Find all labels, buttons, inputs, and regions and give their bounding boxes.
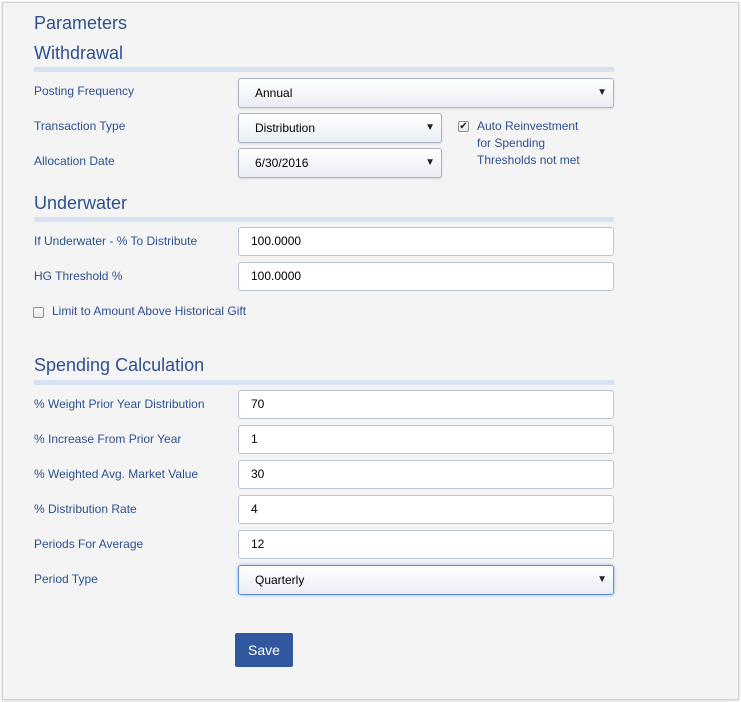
underwater-section-title: Underwater xyxy=(34,193,128,213)
withdrawal-section-title: Withdrawal xyxy=(34,43,124,63)
chevron-down-icon: ▼ xyxy=(597,574,607,585)
periods-for-average-input[interactable]: 12 xyxy=(238,530,614,559)
chevron-down-icon: ▼ xyxy=(425,157,435,168)
period-type-label: Period Type xyxy=(34,572,98,586)
weight-prior-year-input[interactable]: 70 xyxy=(238,390,614,419)
chevron-down-icon: ▼ xyxy=(597,87,607,98)
parameters-panel: Parameters Withdrawal Posting Frequency … xyxy=(2,2,739,700)
page-title: Parameters xyxy=(34,13,128,33)
period-type-select[interactable]: Quarterly ▼ xyxy=(238,565,614,595)
pct-to-distribute-label: If Underwater - % To Distribute xyxy=(34,234,198,248)
auto-reinvestment-label-line: for Spending xyxy=(477,136,546,150)
limit-above-gift-checkbox[interactable] xyxy=(33,307,44,318)
period-type-value: Quarterly xyxy=(255,573,305,587)
weighted-avg-market-label: % Weighted Avg. Market Value xyxy=(34,467,199,481)
increase-prior-year-label: % Increase From Prior Year xyxy=(34,432,182,446)
withdrawal-divider xyxy=(34,67,614,72)
allocation-date-value: 6/30/2016 xyxy=(255,156,309,170)
transaction-type-label: Transaction Type xyxy=(34,119,126,133)
distribution-rate-input[interactable]: 4 xyxy=(238,495,614,524)
posting-frequency-select[interactable]: Annual ▼ xyxy=(238,78,614,108)
periods-for-average-label: Periods For Average xyxy=(34,537,144,551)
transaction-type-select[interactable]: Distribution ▼ xyxy=(238,113,442,143)
spending-section-title: Spending Calculation xyxy=(34,355,205,375)
posting-frequency-value: Annual xyxy=(255,86,293,100)
weighted-avg-market-input[interactable]: 30 xyxy=(238,460,614,489)
transaction-type-value: Distribution xyxy=(255,121,316,135)
distribution-rate-label: % Distribution Rate xyxy=(34,502,137,516)
allocation-date-label: Allocation Date xyxy=(34,154,115,168)
save-button[interactable]: Save xyxy=(235,633,293,667)
auto-reinvestment-label: Auto Reinvestment for Spending Threshold… xyxy=(477,118,580,169)
auto-reinvestment-label-line: Auto Reinvestment xyxy=(477,119,579,133)
checkmark-icon: ✔ xyxy=(459,121,468,132)
pct-to-distribute-input[interactable]: 100.0000 xyxy=(238,227,614,256)
weight-prior-year-label: % Weight Prior Year Distribution xyxy=(34,397,205,411)
allocation-date-select[interactable]: 6/30/2016 ▼ xyxy=(238,148,442,178)
auto-reinvestment-checkbox[interactable]: ✔ xyxy=(458,121,469,132)
hg-threshold-input[interactable]: 100.0000 xyxy=(238,262,614,291)
spending-divider xyxy=(34,380,614,385)
underwater-divider xyxy=(34,217,614,222)
increase-prior-year-input[interactable]: 1 xyxy=(238,425,614,454)
auto-reinvestment-label-line: Thresholds not met xyxy=(477,153,580,167)
hg-threshold-label: HG Threshold % xyxy=(34,269,123,283)
chevron-down-icon: ▼ xyxy=(425,122,435,133)
limit-above-gift-label: Limit to Amount Above Historical Gift xyxy=(52,304,247,318)
posting-frequency-label: Posting Frequency xyxy=(34,84,135,98)
